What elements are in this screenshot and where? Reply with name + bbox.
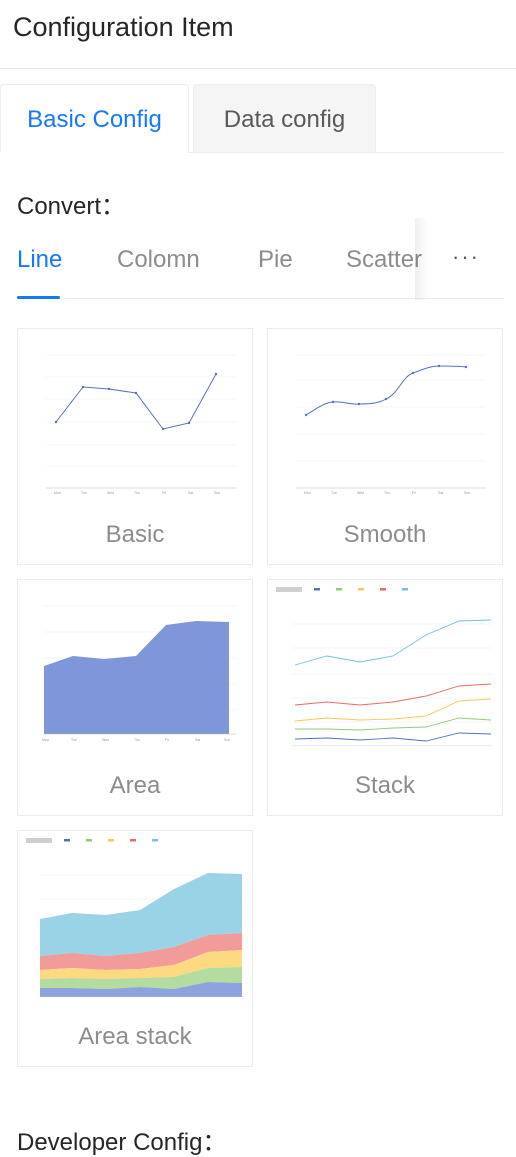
config-tabs: Basic Config Data config <box>0 84 504 153</box>
panel-title: Configuration Item <box>13 12 234 42</box>
svg-text:Sat: Sat <box>438 491 443 495</box>
svg-text:Tue: Tue <box>71 738 77 742</box>
svg-text:Wed: Wed <box>107 491 114 495</box>
smooth-line-thumbnail: Mon Tue Wed Thu Fri Sat Sun <box>296 354 486 495</box>
chart-card-area[interactable]: Mon Tue Wed Thu Fri Sat Sun Area <box>17 579 253 816</box>
chart-card-caption: Area stack <box>78 1023 192 1050</box>
svg-text:Sun: Sun <box>214 491 220 495</box>
tab-data-config[interactable]: Data config <box>193 84 376 153</box>
svg-text:Wed: Wed <box>102 738 109 742</box>
svg-text:Sat: Sat <box>188 491 193 495</box>
svg-text:Thu: Thu <box>134 738 140 742</box>
chart-card-caption: Smooth <box>343 521 427 548</box>
svg-text:Thu: Thu <box>134 491 140 495</box>
svg-text:Fri: Fri <box>165 738 169 742</box>
active-tab-indicator <box>17 296 60 299</box>
svg-text:Mon: Mon <box>42 738 49 742</box>
svg-text:Tue: Tue <box>81 491 87 495</box>
chart-card-area-stack[interactable]: Area stack <box>17 830 253 1067</box>
chart-card-stack[interactable]: Stack <box>267 579 503 816</box>
stacked-line-thumbnail <box>276 587 492 746</box>
chart-card-smooth[interactable]: Mon Tue Wed Thu Fri Sat Sun Smooth <box>267 328 503 565</box>
chart-card-caption: Basic <box>105 521 165 548</box>
tab-basic-config[interactable]: Basic Config <box>0 84 189 153</box>
chart-type-tab-pie[interactable]: Pie <box>258 246 293 274</box>
chart-type-tab-scatter[interactable]: Scatter <box>346 246 422 274</box>
svg-text:Tue: Tue <box>331 491 337 495</box>
developer-config-label: Developer Config： <box>17 1129 227 1156</box>
area-line-thumbnail: Mon Tue Wed Thu Fri Sat Sun <box>42 605 236 742</box>
basic-line-thumbnail: Mon Tue Wed Thu Fri Sat Sun <box>46 354 236 495</box>
svg-text:Fri: Fri <box>162 491 166 495</box>
chart-card-basic[interactable]: Mon Tue Wed Thu Fri Sat Sun Basic <box>17 328 253 565</box>
panel-header: Configuration Item <box>0 0 516 69</box>
chart-type-tabs: Line Colomn Pie Scatter ··· <box>0 218 504 300</box>
tabs-scroll-shadow <box>415 218 429 300</box>
svg-text:Wed: Wed <box>357 491 364 495</box>
chart-card-caption: Area <box>109 772 161 799</box>
svg-text:Mon: Mon <box>54 491 61 495</box>
convert-label: Convert： <box>17 193 126 220</box>
chart-type-tab-column[interactable]: Colomn <box>117 246 200 274</box>
chart-type-tabs-baseline <box>17 298 504 299</box>
more-tabs-icon[interactable]: ··· <box>452 244 480 270</box>
chart-type-tab-line[interactable]: Line <box>17 246 62 274</box>
chart-card-caption: Stack <box>354 772 416 799</box>
svg-text:Mon: Mon <box>304 491 311 495</box>
svg-text:Fri: Fri <box>412 491 416 495</box>
svg-text:Sun: Sun <box>464 491 470 495</box>
svg-text:Sun: Sun <box>224 738 230 742</box>
stacked-area-thumbnail <box>26 838 244 997</box>
svg-text:Sat: Sat <box>195 738 200 742</box>
svg-text:Thu: Thu <box>384 491 390 495</box>
